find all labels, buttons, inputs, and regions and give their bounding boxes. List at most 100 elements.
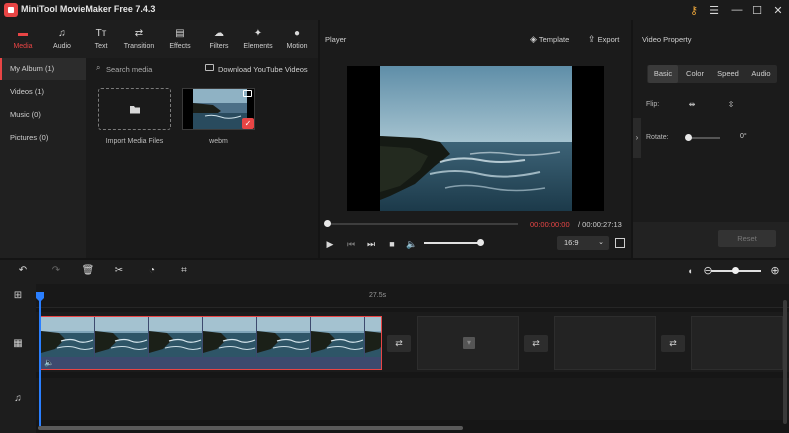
- reset-button[interactable]: Reset: [718, 230, 776, 247]
- split-icon[interactable]: ✂: [112, 264, 126, 278]
- video-track-icon: ▦: [13, 338, 23, 349]
- ruler-time-label: 27.5s: [369, 292, 387, 299]
- album-item-videos[interactable]: Videos (1): [0, 81, 86, 103]
- current-time: 00:00:00:00: [530, 220, 570, 229]
- import-media-button[interactable]: [98, 88, 171, 130]
- media-file-label: webm: [209, 138, 228, 145]
- template-button[interactable]: ◈ Template: [530, 34, 569, 45]
- motion-icon: ●: [293, 28, 301, 39]
- zoom-in-icon[interactable]: ⊕: [768, 264, 782, 278]
- flip-vertical-icon[interactable]: ⇳: [724, 98, 738, 111]
- nav-elements[interactable]: ✦ Elements: [238, 20, 278, 58]
- music-track-icon: ♫: [14, 393, 22, 404]
- aspect-ratio-select[interactable]: 16:9 ⌄: [557, 236, 609, 250]
- effects-icon: ▤: [175, 28, 185, 39]
- flip-label: Flip:: [646, 101, 660, 108]
- rotate-value: 0°: [740, 133, 747, 140]
- total-time: / 00:00:27:13: [578, 220, 622, 229]
- add-track-icon[interactable]: ⊞: [12, 290, 24, 302]
- audio-level-icon[interactable]: ◖: [683, 264, 697, 278]
- empty-clip-slot-2[interactable]: [554, 316, 656, 370]
- track-headers: [0, 284, 36, 433]
- tab-color[interactable]: Color: [680, 65, 710, 83]
- search-icon: ⌕: [96, 63, 101, 72]
- crop-icon[interactable]: ⌗: [177, 264, 191, 278]
- speed-icon[interactable]: ◔: [145, 264, 159, 278]
- nav-effects[interactable]: ▤ Effects: [160, 20, 200, 58]
- tab-audio[interactable]: Audio: [746, 65, 776, 83]
- nav-audio[interactable]: ♫ Audio: [42, 20, 82, 58]
- rotate-label: Rotate:: [646, 134, 669, 141]
- tab-speed[interactable]: Speed: [712, 65, 744, 83]
- redo-icon[interactable]: ↷: [49, 264, 63, 278]
- collapse-panel-icon[interactable]: ›: [633, 118, 641, 158]
- fullscreen-icon[interactable]: [615, 238, 625, 248]
- album-sidebar: My Album (1) Videos (1) Music (0) Pictur…: [0, 58, 86, 258]
- album-item-music[interactable]: Music (0): [0, 104, 86, 126]
- top-nav: ▬ Media ♫ Audio Tт Text ⇄ Transition ▤ E…: [0, 20, 318, 58]
- video-badge-icon: [243, 90, 252, 97]
- transition-slot-3[interactable]: ⇄: [661, 335, 685, 352]
- rotate-handle[interactable]: [685, 134, 692, 141]
- export-icon: ⇪: [588, 34, 596, 44]
- stop-button[interactable]: ■: [386, 238, 398, 250]
- seek-handle[interactable]: [324, 220, 331, 227]
- menu-icon[interactable]: ☰: [703, 0, 725, 20]
- folder-icon: ▬: [18, 28, 28, 39]
- transition-slot-1[interactable]: ⇄: [387, 335, 411, 352]
- chevron-down-icon: ⌄: [598, 239, 604, 246]
- music-icon: ♫: [58, 28, 66, 39]
- empty-clip-slot-3[interactable]: [691, 316, 783, 370]
- transition-slot-2[interactable]: ⇄: [524, 335, 548, 352]
- volume-handle[interactable]: [477, 239, 484, 246]
- placeholder-icon: ▾: [463, 337, 475, 349]
- audio-track: [36, 378, 789, 420]
- delete-icon[interactable]: 🗑: [81, 264, 95, 278]
- album-item-my-album[interactable]: My Album (1): [0, 58, 86, 80]
- nav-transition[interactable]: ⇄ Transition: [119, 20, 159, 58]
- elements-icon: ✦: [253, 28, 263, 39]
- close-button[interactable]: ✕: [767, 0, 789, 20]
- rotate-slider[interactable]: [688, 137, 720, 139]
- folder-icon: [129, 106, 140, 114]
- playhead[interactable]: [39, 296, 41, 426]
- zoom-handle[interactable]: [732, 267, 739, 274]
- player-title: Player: [325, 35, 347, 44]
- tab-basic[interactable]: Basic: [648, 65, 678, 83]
- empty-clip-slot-1[interactable]: ▾: [417, 316, 519, 370]
- search-input[interactable]: Search media: [106, 65, 152, 74]
- seek-bar[interactable]: [328, 223, 518, 225]
- text-icon: Tт: [95, 28, 107, 39]
- timeline-ruler[interactable]: [36, 284, 789, 308]
- youtube-icon: [205, 64, 214, 71]
- volume-slider[interactable]: [424, 242, 482, 244]
- clip-filmstrip: [41, 317, 381, 357]
- undo-icon[interactable]: ↶: [16, 264, 30, 278]
- timeline-video-clip[interactable]: 🔈: [40, 316, 382, 370]
- album-item-pictures[interactable]: Pictures (0): [0, 127, 86, 149]
- nav-text[interactable]: Tт Text: [81, 20, 121, 58]
- app-logo: [4, 3, 18, 17]
- filters-icon: ☁: [214, 28, 224, 39]
- flip-horizontal-icon[interactable]: ⇹: [685, 98, 699, 111]
- nav-media[interactable]: ▬ Media: [3, 20, 43, 58]
- key-icon[interactable]: ⚷: [683, 0, 705, 20]
- horizontal-scrollbar[interactable]: [38, 426, 463, 430]
- import-media-label: Import Media Files: [105, 138, 164, 145]
- maximize-button[interactable]: ☐: [746, 0, 768, 20]
- transition-icon: ⇄: [134, 28, 144, 39]
- previous-frame-button[interactable]: ⏮: [345, 238, 357, 250]
- play-button[interactable]: ▶: [324, 238, 336, 250]
- vertical-scrollbar[interactable]: [783, 300, 787, 424]
- clip-audio-icon[interactable]: 🔈: [44, 358, 54, 367]
- video-frame-image: [380, 66, 572, 211]
- download-youtube-button[interactable]: Download YouTube Videos: [218, 65, 308, 74]
- nav-filters[interactable]: ☁ Filters: [199, 20, 239, 58]
- property-title: Video Property: [642, 35, 692, 44]
- nav-motion[interactable]: ● Motion: [277, 20, 317, 58]
- export-button[interactable]: ⇪ Export: [588, 34, 619, 45]
- minimize-button[interactable]: —: [726, 0, 748, 20]
- app-title: MiniTool MovieMaker Free 7.4.3: [21, 4, 156, 14]
- next-frame-button[interactable]: ⏭: [365, 238, 377, 250]
- volume-icon[interactable]: 🔈: [406, 238, 418, 250]
